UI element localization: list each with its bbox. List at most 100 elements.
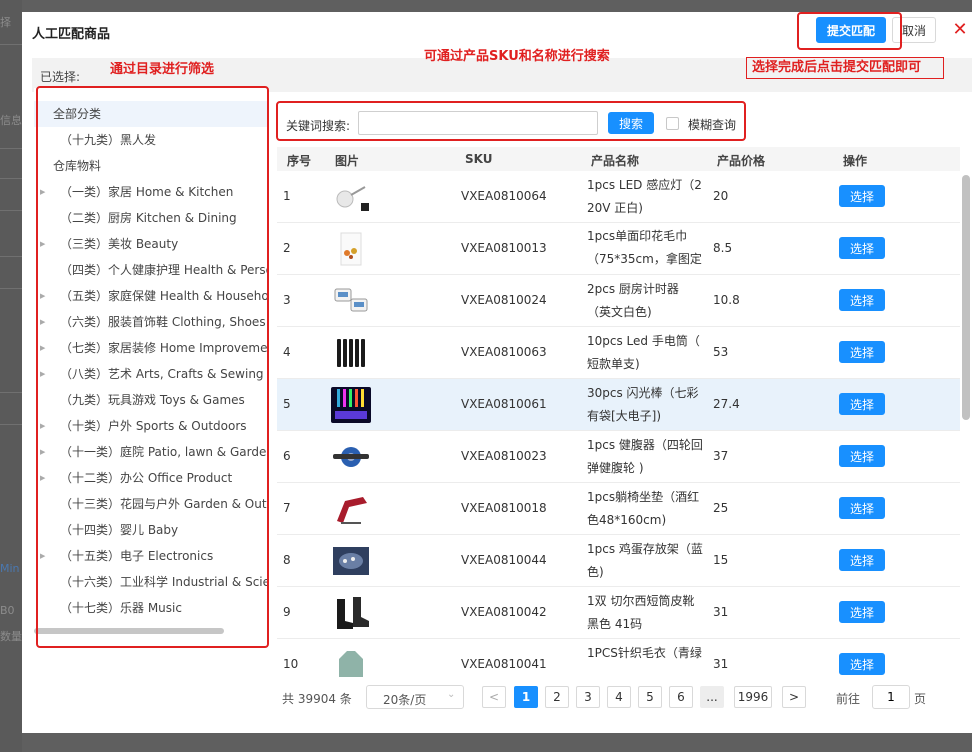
select-product-button[interactable]: 选择 bbox=[839, 185, 885, 207]
row-product-name: 30pcs 闪光棒（七彩 bbox=[587, 386, 699, 400]
row-index: 8 bbox=[283, 553, 291, 567]
egg-rack-icon bbox=[331, 543, 371, 579]
select-product-button[interactable]: 选择 bbox=[839, 601, 885, 623]
table-row[interactable]: 9 VXEA0810042 1双 切尔西短筒皮靴 黑色 41码 31 选择 bbox=[277, 587, 960, 639]
row-index: 10 bbox=[283, 657, 299, 671]
flashlight-icon bbox=[331, 335, 371, 371]
page-button[interactable]: 6 bbox=[669, 686, 693, 708]
ab-wheel-icon bbox=[331, 439, 371, 475]
select-product-button[interactable]: 选择 bbox=[839, 497, 885, 519]
row-index: 2 bbox=[283, 241, 291, 255]
row-product-name: 10pcs Led 手电筒（ bbox=[587, 334, 700, 348]
table-row[interactable]: 7 VXEA0810018 1pcs躺椅坐垫（酒红 色48*160cm) 25 选择 bbox=[277, 483, 960, 535]
background-fragment: 择 bbox=[0, 16, 11, 29]
page-size-select[interactable]: 20条/页 ⌄ bbox=[366, 685, 464, 709]
annotation-search-note: 可通过产品SKU和名称进行搜索 bbox=[424, 49, 610, 64]
row-index: 5 bbox=[283, 397, 291, 411]
table-row[interactable]: 6 VXEA0810023 1pcs 健腹器（四轮回 弹健腹轮 ) 37 选择 bbox=[277, 431, 960, 483]
row-index: 4 bbox=[283, 345, 291, 359]
column-header-action: 操作 bbox=[843, 154, 868, 168]
column-header-index: 序号 bbox=[287, 154, 312, 168]
pagination: 共 39904 条 20条/页 ⌄ < 1 2 3 4 5 6 ... 1996… bbox=[278, 684, 968, 710]
total-count: 共 39904 条 bbox=[282, 692, 352, 706]
row-sku: VXEA0810042 bbox=[461, 605, 547, 619]
select-product-button[interactable]: 选择 bbox=[839, 653, 885, 675]
close-icon[interactable]: ✕ bbox=[950, 18, 970, 40]
row-product-name: 1pcs 健腹器（四轮回 bbox=[587, 438, 703, 452]
column-header-name: 产品名称 bbox=[591, 154, 640, 168]
towel-icon bbox=[331, 231, 371, 267]
background-divider bbox=[0, 288, 22, 289]
table-row[interactable]: 5 VXEA0810061 30pcs 闪光棒（七彩 有袋[大电子]) 27.4 选择 bbox=[277, 379, 960, 431]
row-sku: VXEA0810018 bbox=[461, 501, 547, 515]
row-product-name: （75*35cm，拿图定 bbox=[587, 252, 702, 266]
sweater-icon bbox=[331, 647, 371, 683]
row-index: 6 bbox=[283, 449, 291, 463]
background-divider bbox=[0, 178, 22, 179]
annotation-box-submit bbox=[797, 12, 902, 50]
column-header-price: 产品价格 bbox=[717, 154, 766, 168]
row-sku: VXEA0810013 bbox=[461, 241, 547, 255]
page-button[interactable]: 1 bbox=[514, 686, 538, 708]
page-button[interactable]: 4 bbox=[607, 686, 631, 708]
page-button[interactable]: 2 bbox=[545, 686, 569, 708]
background-divider bbox=[0, 210, 22, 211]
goto-label: 前往 bbox=[836, 692, 861, 706]
prev-page-button[interactable]: < bbox=[482, 686, 506, 708]
page-ellipsis[interactable]: ... bbox=[700, 686, 724, 708]
row-price: 31 bbox=[713, 657, 729, 671]
column-header-sku: SKU bbox=[465, 152, 493, 166]
table-row[interactable]: 1 VXEA0810064 1pcs LED 感应灯（2 20V 正白) 20 选择 bbox=[277, 171, 960, 223]
row-price: 20 bbox=[713, 189, 729, 203]
select-product-button[interactable]: 选择 bbox=[839, 341, 885, 363]
row-product-name: 1pcs 鸡蛋存放架（蓝 bbox=[587, 542, 703, 556]
modal-title: 人工匹配商品 bbox=[32, 27, 111, 42]
glow-stick-icon bbox=[331, 387, 371, 423]
row-sku: VXEA0810064 bbox=[461, 189, 547, 203]
select-product-button[interactable]: 选择 bbox=[839, 289, 885, 311]
background-divider bbox=[0, 44, 22, 45]
row-product-name: 色) bbox=[587, 565, 604, 579]
annotation-submit-note: 选择完成后点击提交匹配即可 bbox=[752, 60, 922, 75]
background-divider bbox=[0, 392, 22, 393]
select-product-button[interactable]: 选择 bbox=[839, 549, 885, 571]
row-index: 1 bbox=[283, 189, 291, 203]
annotation-filter-note: 通过目录进行筛选 bbox=[110, 62, 215, 77]
product-table: 序号 图片 SKU 产品名称 产品价格 操作 1 VXEA0810064 1pcs … bbox=[277, 147, 960, 683]
goto-page-input[interactable] bbox=[872, 685, 910, 709]
annotation-box-search bbox=[276, 101, 746, 141]
row-sku: VXEA0810063 bbox=[461, 345, 547, 359]
lamp-icon bbox=[331, 179, 371, 215]
background-divider bbox=[0, 424, 22, 425]
timer-icon bbox=[331, 283, 371, 319]
row-product-name: 1pcs单面印花毛巾 bbox=[587, 229, 688, 243]
page-unit-label: 页 bbox=[914, 692, 927, 706]
row-product-name: 1pcs LED 感应灯（2 bbox=[587, 178, 702, 192]
page-button[interactable]: 3 bbox=[576, 686, 600, 708]
table-row[interactable]: 3 VXEA0810024 2pcs 厨房计时器 （英文白色) 10.8 选择 bbox=[277, 275, 960, 327]
row-price: 27.4 bbox=[713, 397, 740, 411]
row-sku: VXEA0810023 bbox=[461, 449, 547, 463]
select-product-button[interactable]: 选择 bbox=[839, 237, 885, 259]
row-product-name: （英文白色) bbox=[587, 305, 652, 319]
table-row[interactable]: 8 VXEA0810044 1pcs 鸡蛋存放架（蓝 色) 15 选择 bbox=[277, 535, 960, 587]
column-header-image: 图片 bbox=[335, 154, 360, 168]
row-product-name: 1pcs躺椅坐垫（酒红 bbox=[587, 490, 700, 504]
row-product-name: 1双 切尔西短筒皮靴 bbox=[587, 594, 695, 608]
last-page-button[interactable]: 1996 bbox=[734, 686, 772, 708]
table-row[interactable]: 2VXEA08100131pcs单面印花毛巾（75*35cm，拿图定制）8.5选… bbox=[277, 223, 960, 289]
next-page-button[interactable]: > bbox=[782, 686, 806, 708]
row-price: 10.8 bbox=[713, 293, 740, 307]
table-vertical-scrollbar[interactable] bbox=[962, 175, 970, 420]
table-row[interactable]: 4 VXEA0810063 10pcs Led 手电筒（ 短款单支) 53 选择 bbox=[277, 327, 960, 379]
selected-label: 已选择: bbox=[40, 70, 81, 84]
row-price: 53 bbox=[713, 345, 729, 359]
select-product-button[interactable]: 选择 bbox=[839, 393, 885, 415]
chair-cushion-icon bbox=[331, 491, 371, 527]
table-row[interactable]: 10 VXEA0810041 1PCS针织毛衣（青绿 31 选择 bbox=[277, 639, 960, 683]
page-size-value: 20条/页 bbox=[383, 693, 427, 707]
row-sku: VXEA0810024 bbox=[461, 293, 547, 307]
select-product-button[interactable]: 选择 bbox=[839, 445, 885, 467]
page-button[interactable]: 5 bbox=[638, 686, 662, 708]
row-price: 37 bbox=[713, 449, 729, 463]
